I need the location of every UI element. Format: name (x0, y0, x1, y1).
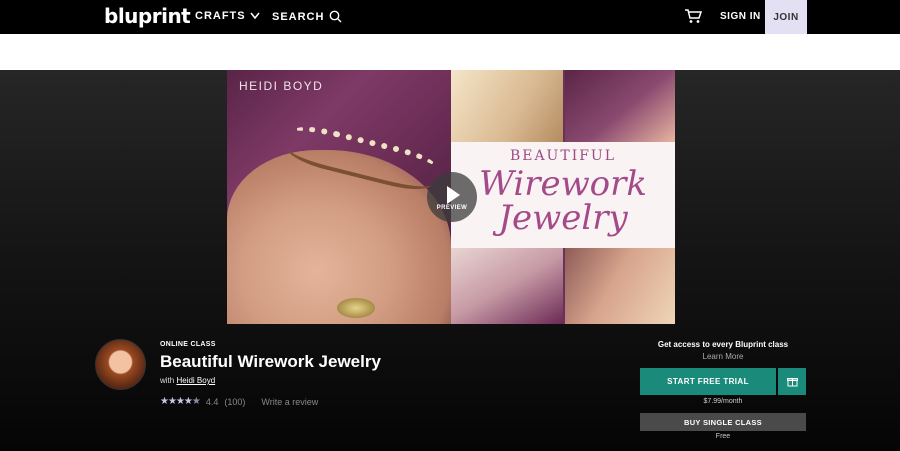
sign-in-link[interactable]: SIGN IN (720, 11, 761, 22)
banner-strip (0, 34, 900, 70)
subscription-price: $7.99/month (703, 398, 743, 405)
crafts-menu[interactable]: CRAFTS (195, 10, 260, 22)
instructor-link[interactable]: Heidi Boyd (176, 376, 215, 385)
search-button[interactable]: SEARCH (272, 10, 342, 23)
single-class-price: Free (715, 433, 731, 440)
search-icon (330, 10, 342, 23)
author-tag: HEIDI BOYD (239, 79, 324, 93)
star-rating-icon: ★★★★★ (160, 396, 201, 407)
search-label: SEARCH (272, 10, 325, 23)
crafts-label: CRAFTS (195, 10, 246, 22)
bluprint-logo[interactable]: bluprint (104, 4, 191, 28)
start-free-trial-button[interactable]: START FREE TRIAL (640, 368, 776, 395)
necklace-photo (451, 248, 563, 324)
earring-photo (565, 70, 675, 142)
instructor-avatar[interactable] (95, 339, 146, 390)
gift-icon (786, 378, 798, 387)
instructor-line: with Heidi Boyd (160, 376, 215, 385)
bracelet-photo: HEIDI BOYD (227, 70, 451, 324)
gift-button[interactable] (778, 368, 806, 395)
top-nav: bluprint CRAFTS SEARCH SIGN IN JOIN (0, 0, 900, 34)
rating-row: ★★★★★ 4.4 (100) Write a review (160, 396, 318, 407)
title-card-line1: BEAUTIFUL (509, 148, 617, 164)
write-review-link[interactable]: Write a review (261, 397, 318, 407)
with-prefix: with (160, 376, 175, 385)
play-preview-button[interactable]: PREVIEW (427, 172, 477, 222)
title-card-line2: Wirework (478, 164, 648, 204)
preview-label: PREVIEW (436, 205, 468, 211)
class-title: Beautiful Wirework Jewelry (160, 352, 381, 371)
pliers-photo (451, 70, 563, 142)
buy-single-class-button[interactable]: BUY SINGLE CLASS (640, 413, 806, 431)
chevron-down-icon (250, 12, 260, 20)
ring-image (337, 298, 375, 318)
learn-more-link[interactable]: Learn More (640, 352, 806, 361)
cta-heading: Get access to every Bluprint class (657, 340, 789, 349)
rating-count: (100) (224, 396, 246, 407)
title-card-line3: Jewelry (498, 198, 628, 238)
video-title-card: BEAUTIFUL Wirework Jewelry (451, 142, 675, 248)
join-button[interactable]: JOIN (765, 0, 807, 34)
class-type-label: ONLINE CLASS (160, 341, 216, 348)
cart-icon[interactable] (684, 8, 702, 24)
video-player[interactable]: HEIDI BOYD BEAUTIFUL Wirework Jewelry PR… (227, 70, 675, 324)
play-icon (447, 186, 460, 204)
wire-wrap-photo (565, 248, 675, 324)
rating-value: 4.4 (205, 396, 219, 407)
